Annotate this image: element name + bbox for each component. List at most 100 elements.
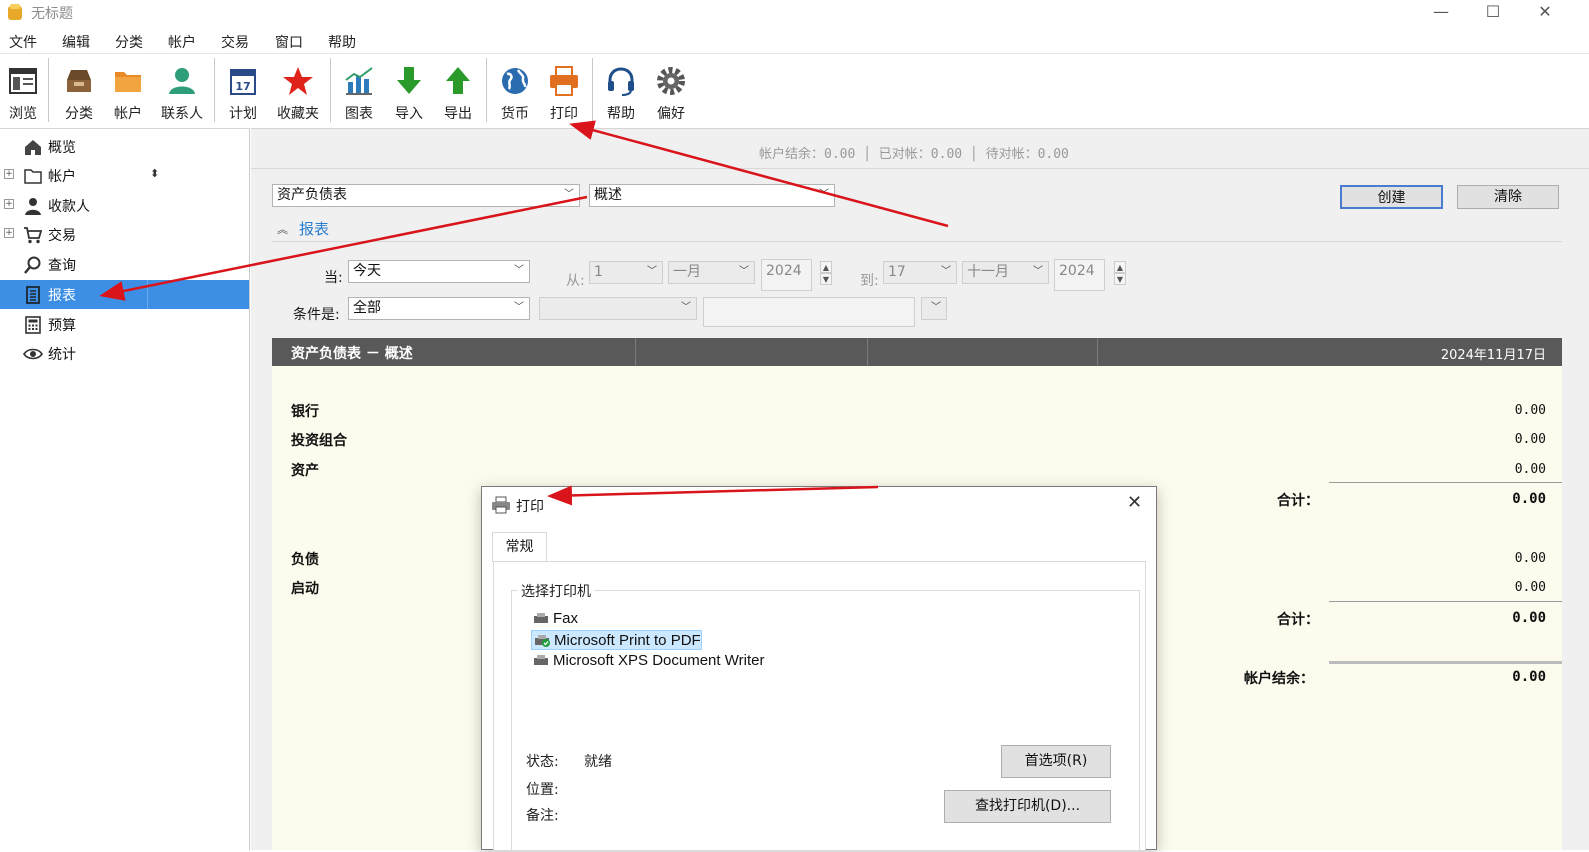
menu-accounts[interactable]: 帐户 — [168, 32, 196, 52]
menu-file[interactable]: 文件 — [9, 32, 37, 52]
menu-window[interactable]: 窗口 — [275, 32, 303, 52]
sidebar-item-reports[interactable]: 报表 — [0, 280, 249, 309]
charts-button[interactable]: 图表 — [338, 54, 380, 126]
report-type-select[interactable]: 资产负债表 ﹀ — [272, 184, 580, 207]
report-subtype-value: 概述 — [594, 187, 622, 203]
printer-item-pdf[interactable]: Microsoft Print to PDF — [531, 630, 702, 650]
condition-select[interactable]: 全部 ﹀ — [348, 297, 530, 320]
sidebar-item-overview[interactable]: 概览 — [0, 132, 249, 161]
report-header-title: 资产负债表 － 概述 — [291, 346, 413, 362]
favorites-button[interactable]: 收藏夹 — [272, 54, 324, 126]
to-month-select[interactable]: 十一月 ﹀ — [962, 261, 1049, 284]
schedule-button[interactable]: 17 计划 — [222, 54, 264, 126]
expand-icon[interactable]: + — [4, 228, 14, 238]
when-label: 当: — [324, 270, 343, 286]
chart-icon — [345, 67, 373, 95]
export-button[interactable]: 导出 — [437, 54, 479, 126]
toolbar-separator — [214, 58, 215, 122]
sidebar-item-budget[interactable]: 预算 — [0, 310, 249, 339]
categories-button[interactable]: 分类 — [58, 54, 100, 126]
sidebar-item-search[interactable]: 查询 — [0, 250, 249, 279]
sidebar: 概览 + 帐户 ⬍ + 收款人 + 交易 查询 报表 预算 统计 — [0, 128, 258, 850]
create-button[interactable]: 创建 — [1340, 185, 1443, 209]
toolbar-separator — [330, 58, 331, 122]
sidebar-item-payees[interactable]: + 收款人 — [0, 191, 249, 220]
to-year-spinner[interactable]: ▲ ▼ — [1114, 261, 1126, 285]
preferences-button[interactable]: 首选项(R) — [1001, 745, 1111, 778]
expand-icon[interactable]: + — [4, 169, 14, 179]
menu-edit[interactable]: 编辑 — [62, 32, 90, 52]
to-year-field[interactable]: 2024 — [1054, 259, 1105, 291]
toolbar: 浏览 分类 帐户 联系人 17 计划 收藏夹 图表 导入 导出 货币 打印 帮助… — [0, 53, 1589, 128]
printer-icon — [534, 613, 548, 623]
printer-icon — [534, 655, 548, 665]
report-subtype-select[interactable]: 概述 ﹀ — [589, 184, 835, 207]
sidebar-item-accounts[interactable]: + 帐户 ⬍ — [0, 161, 249, 190]
print-label: 打印 — [550, 106, 578, 122]
close-icon[interactable]: ✕ — [1127, 492, 1142, 513]
star-icon — [283, 67, 313, 95]
clear-button[interactable]: 清除 — [1457, 185, 1559, 209]
to-day-select[interactable]: 17 ﹀ — [883, 261, 957, 284]
browse-button[interactable]: 浏览 — [2, 54, 44, 126]
sidebar-item-label: 概览 — [48, 140, 76, 156]
import-button[interactable]: 导入 — [388, 54, 430, 126]
spin-down-icon[interactable]: ▼ — [820, 273, 832, 285]
chevron-down-icon: ﹀ — [819, 189, 829, 200]
contacts-button[interactable]: 联系人 — [156, 54, 208, 126]
maximize-button[interactable]: ☐ — [1470, 0, 1516, 26]
menu-help[interactable]: 帮助 — [328, 32, 356, 52]
printer-icon — [550, 66, 578, 96]
report-row-label: 负债 — [291, 552, 319, 568]
printer-item-fax[interactable]: Fax — [531, 609, 578, 629]
to-label: 到: — [860, 273, 879, 289]
currency-button[interactable]: 货币 — [494, 54, 536, 126]
preferences-label: 偏好 — [657, 106, 685, 122]
spin-up-icon[interactable]: ▲ — [820, 261, 832, 273]
menu-transactions[interactable]: 交易 — [221, 32, 249, 52]
minimize-button[interactable]: — — [1418, 0, 1464, 26]
print-button[interactable]: 打印 — [543, 54, 585, 126]
help-button[interactable]: 帮助 — [600, 54, 642, 126]
when-select[interactable]: 今天 ﹀ — [348, 260, 530, 283]
from-year-spinner[interactable]: ▲ ▼ — [820, 261, 832, 285]
condition-extra-select[interactable]: ﹀ — [921, 297, 947, 320]
printer-name: Microsoft XPS Document Writer — [553, 652, 765, 669]
report-row-value: 0.00 — [1514, 462, 1546, 477]
collapse-icon[interactable]: ︽ — [277, 221, 288, 237]
report-subtotal-label: 合计： — [1277, 612, 1319, 628]
chevron-down-icon: ﹀ — [564, 189, 574, 200]
chevron-down-icon: ﹀ — [931, 302, 941, 313]
find-printer-button[interactable]: 查找打印机(D)... — [944, 790, 1111, 823]
report-icon — [26, 286, 40, 304]
menu-categories[interactable]: 分类 — [115, 32, 143, 52]
condition-field-select[interactable]: ﹀ — [539, 297, 697, 320]
accounts-button[interactable]: 帐户 — [107, 54, 149, 126]
preferences-button[interactable]: 偏好 — [650, 54, 692, 126]
from-day-select[interactable]: 1 ﹀ — [589, 261, 663, 284]
menu-bar: 文件 编辑 分类 帐户 交易 窗口 帮助 — [0, 26, 1589, 53]
sidebar-item-transactions[interactable]: + 交易 — [0, 220, 249, 249]
section-title: 报表 — [299, 220, 330, 238]
sort-icon[interactable]: ⬍ — [150, 167, 159, 180]
globe-icon — [502, 68, 528, 94]
total-line — [1329, 661, 1562, 664]
to-month-value: 十一月 — [967, 264, 1009, 280]
from-year-field[interactable]: 2024 — [761, 259, 812, 291]
help-label: 帮助 — [607, 106, 635, 122]
headset-icon — [608, 67, 634, 96]
expand-icon[interactable]: + — [4, 199, 14, 209]
subtotal-line — [1329, 601, 1562, 602]
printer-item-xps[interactable]: Microsoft XPS Document Writer — [531, 651, 764, 671]
export-label: 导出 — [444, 106, 472, 122]
spin-down-icon[interactable]: ▼ — [1114, 273, 1126, 285]
printer-name: Fax — [553, 610, 579, 627]
spin-up-icon[interactable]: ▲ — [1114, 261, 1126, 273]
condition-text-input[interactable] — [703, 297, 915, 327]
search-icon — [24, 256, 41, 274]
sidebar-item-statistics[interactable]: 统计 — [0, 339, 249, 368]
tab-general[interactable]: 常规 — [492, 532, 547, 562]
close-window-button[interactable]: ✕ — [1522, 0, 1568, 26]
printer-group: 选择打印机 Fax Microsoft Print to PDF Microso… — [511, 581, 1140, 852]
from-month-select[interactable]: 一月 ﹀ — [668, 261, 755, 284]
